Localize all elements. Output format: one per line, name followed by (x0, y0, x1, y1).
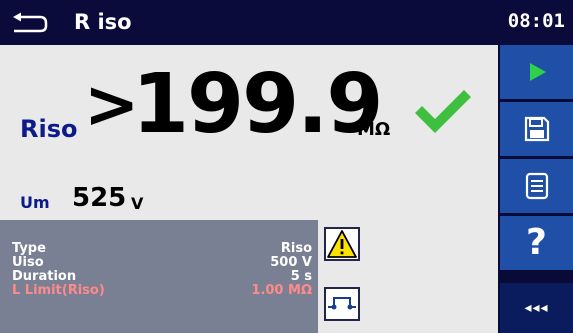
list-icon (525, 172, 548, 200)
start-icon (529, 63, 546, 81)
param-value: 500 V (270, 255, 312, 270)
start-button[interactable] (500, 45, 573, 99)
warning-icon (324, 227, 360, 261)
riso-value: 199.9 (132, 57, 383, 152)
param-name: Duration (12, 269, 77, 284)
probe-connection-icon (324, 287, 360, 321)
back-icon[interactable] (10, 12, 52, 34)
param-value: 1.00 MΩ (251, 283, 312, 298)
save-button[interactable] (500, 102, 573, 156)
sidebar: ? ◂◂◂ (500, 45, 573, 333)
riso-label: Riso (20, 115, 78, 143)
help-icon: ? (526, 222, 547, 263)
param-name: Uiso (12, 255, 44, 270)
param-value: Riso (280, 241, 312, 256)
param-uiso: Uiso 500 V (12, 256, 312, 270)
param-limit: L Limit(Riso) 1.00 MΩ (12, 284, 312, 298)
title-bar: R iso 08:01 (0, 0, 573, 45)
um-unit: V (131, 194, 144, 213)
help-button[interactable]: ? (500, 216, 573, 270)
riso-unit: MΩ (357, 119, 391, 140)
param-value: 5 s (290, 269, 312, 284)
check-icon (415, 90, 471, 133)
parameters-panel[interactable]: Type Riso Uiso 500 V Duration 5 s L Limi… (0, 220, 318, 333)
um-value: 525 (72, 183, 127, 213)
um-label: Um (20, 193, 50, 212)
param-name: L Limit(Riso) (12, 283, 105, 298)
param-name: Type (12, 241, 46, 256)
page-title: R iso (74, 10, 132, 34)
save-icon (524, 116, 549, 142)
list-button[interactable] (500, 159, 573, 213)
param-type: Type Riso (12, 242, 312, 256)
more-icon: ◂◂◂ (524, 300, 549, 316)
clock: 08:01 (507, 10, 565, 32)
param-duration: Duration 5 s (12, 270, 312, 284)
more-button[interactable]: ◂◂◂ (500, 283, 573, 333)
